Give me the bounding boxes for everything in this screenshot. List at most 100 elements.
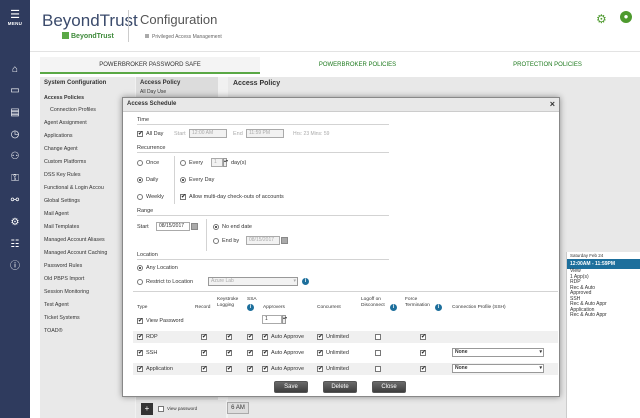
sidebar-item-global-settings[interactable]: Global Settings <box>44 198 80 204</box>
policy-list-item[interactable]: All Day Use <box>140 89 166 95</box>
sidebar-item-functional-login[interactable]: Functional & Login Accou <box>44 185 104 191</box>
ssh-checkbox[interactable] <box>137 349 143 356</box>
close-icon[interactable]: × <box>550 99 555 109</box>
menu-button[interactable]: ☰ MENU <box>0 10 30 27</box>
monitor-icon[interactable]: ▭ <box>0 85 30 97</box>
record-checkbox[interactable] <box>201 333 207 340</box>
sidebar-item-session-monitoring[interactable]: Session Monitoring <box>44 289 89 295</box>
daily-radio[interactable] <box>137 177 143 183</box>
add-icon[interactable]: + <box>141 403 153 415</box>
logoff-checkbox[interactable] <box>375 334 381 340</box>
network-icon[interactable]: ⚯ <box>0 195 30 207</box>
tab-protection-policies[interactable]: PROTECTION POLICIES <box>455 57 640 74</box>
logo-mark-icon <box>62 32 69 39</box>
ssa-checkbox[interactable] <box>247 365 253 372</box>
unlimited-checkbox[interactable] <box>317 349 323 356</box>
tab-password-safe[interactable]: POWERBROKER PASSWORD SAFE <box>40 57 260 74</box>
calendar-icon[interactable] <box>281 237 288 244</box>
dialog-title: Access Schedule <box>127 101 177 107</box>
connection-profile-select[interactable]: None ▾ <box>452 348 544 357</box>
every-radio[interactable] <box>180 160 186 166</box>
info-icon[interactable]: i <box>390 304 397 311</box>
sidebar-item-applications[interactable]: Applications <box>44 133 73 139</box>
info-icon[interactable]: i <box>302 278 309 285</box>
ssa-checkbox[interactable] <box>247 349 253 356</box>
any-location-radio[interactable] <box>137 265 143 271</box>
connection-profile-select[interactable]: None ▾ <box>452 364 544 373</box>
force-termination-checkbox[interactable] <box>420 365 426 372</box>
sidebar-item-old-pbps-import[interactable]: Old PBPS Import <box>44 276 84 282</box>
sidebar-item-connection-profiles[interactable]: Connection Profiles <box>50 107 96 113</box>
config-sidebar <box>40 77 135 418</box>
force-termination-checkbox[interactable] <box>420 333 426 340</box>
weekly-radio[interactable] <box>137 194 143 200</box>
col-concurrent: Concurrent <box>317 305 341 310</box>
sidebar-item-toad[interactable]: TOAD® <box>44 328 63 334</box>
logoff-checkbox[interactable] <box>375 366 381 372</box>
every-days-spinner[interactable]: ▴▾ <box>223 158 228 167</box>
every-days-input[interactable]: 1 <box>211 158 223 167</box>
ssa-checkbox[interactable] <box>247 333 253 340</box>
application-checkbox[interactable] <box>137 365 143 372</box>
auto-approve-checkbox[interactable] <box>262 333 268 340</box>
save-button[interactable]: Save <box>274 381 308 393</box>
range-start-input[interactable]: 08/15/2017 <box>156 222 190 231</box>
multi-day-checkbox[interactable] <box>180 193 186 200</box>
force-termination-checkbox[interactable] <box>420 349 426 356</box>
keystroke-checkbox[interactable] <box>226 365 232 372</box>
time-end-input[interactable]: 11:59 PM <box>246 129 284 138</box>
sidebar-item-managed-account-caching[interactable]: Managed Account Caching <box>44 250 107 256</box>
sliders-icon[interactable]: ☷ <box>0 239 30 251</box>
close-button[interactable]: Close <box>372 381 406 393</box>
users-icon[interactable]: ⚇ <box>0 151 30 163</box>
unlimited-checkbox[interactable] <box>317 333 323 340</box>
view-password-checkbox[interactable] <box>158 406 164 412</box>
clock-icon[interactable]: ◷ <box>0 129 30 141</box>
auto-approve-checkbox[interactable] <box>262 349 268 356</box>
approvers-count-input[interactable]: 1 <box>262 315 282 324</box>
restrict-location-radio[interactable] <box>137 279 143 285</box>
logoff-checkbox[interactable] <box>375 350 381 356</box>
sidebar-item-ticket-systems[interactable]: Ticket Systems <box>44 315 80 321</box>
sidebar-item-custom-platforms[interactable]: Custom Platforms <box>44 159 86 165</box>
record-checkbox[interactable] <box>201 349 207 356</box>
days-label: day(s) <box>231 160 247 166</box>
all-day-checkbox[interactable] <box>137 130 143 137</box>
calendar-icon[interactable] <box>191 223 198 230</box>
clipboard-icon[interactable]: ▤ <box>0 107 30 119</box>
sidebar-item-access-policies[interactable]: Access Policies <box>44 95 84 101</box>
info-icon[interactable]: i <box>247 304 254 311</box>
location-select[interactable]: Azure Lab ▾ <box>208 277 298 286</box>
sidebar-item-change-agent[interactable]: Change Agent <box>44 146 78 152</box>
view-password-checkbox[interactable] <box>137 317 143 324</box>
time-start-input[interactable]: 12:00 AM <box>189 129 227 138</box>
record-checkbox[interactable] <box>201 365 207 372</box>
sidebar-item-managed-account-aliases[interactable]: Managed Account Aliases <box>44 237 105 243</box>
delete-button[interactable]: Delete <box>323 381 357 393</box>
gear-icon[interactable]: ⚙ <box>0 217 30 229</box>
sidebar-item-test-agent[interactable]: Test Agent <box>44 302 69 308</box>
tab-powerbroker-policies[interactable]: POWERBROKER POLICIES <box>260 57 455 74</box>
info-icon[interactable]: ⓘ <box>0 261 30 273</box>
unlimited-checkbox[interactable] <box>317 365 323 372</box>
sidebar-item-dss-key-rules[interactable]: DSS Key Rules <box>44 172 81 178</box>
rdp-checkbox[interactable] <box>137 333 143 340</box>
info-icon[interactable]: i <box>435 304 442 311</box>
once-radio[interactable] <box>137 160 143 166</box>
sidebar-item-agent-assignment[interactable]: Agent Assignment <box>44 120 87 126</box>
every-day-radio[interactable] <box>180 177 186 183</box>
user-avatar-icon[interactable]: ● <box>620 11 632 23</box>
lock-icon[interactable]: ⚿ <box>0 173 30 185</box>
keystroke-checkbox[interactable] <box>226 349 232 356</box>
approvers-spinner[interactable]: ▴▾ <box>282 315 287 324</box>
end-by-input[interactable]: 08/15/2017 <box>246 236 280 245</box>
auto-approve-checkbox[interactable] <box>262 365 268 372</box>
keystroke-checkbox[interactable] <box>226 333 232 340</box>
sidebar-item-mail-agent[interactable]: Mail Agent <box>44 211 69 217</box>
settings-gear-icon[interactable]: ⚙ <box>596 12 607 26</box>
home-icon[interactable]: ⌂ <box>0 64 30 76</box>
sidebar-item-password-rules[interactable]: Password Rules <box>44 263 82 269</box>
end-by-radio[interactable] <box>213 238 219 244</box>
no-end-date-radio[interactable] <box>213 224 219 230</box>
sidebar-item-mail-templates[interactable]: Mail Templates <box>44 224 79 230</box>
